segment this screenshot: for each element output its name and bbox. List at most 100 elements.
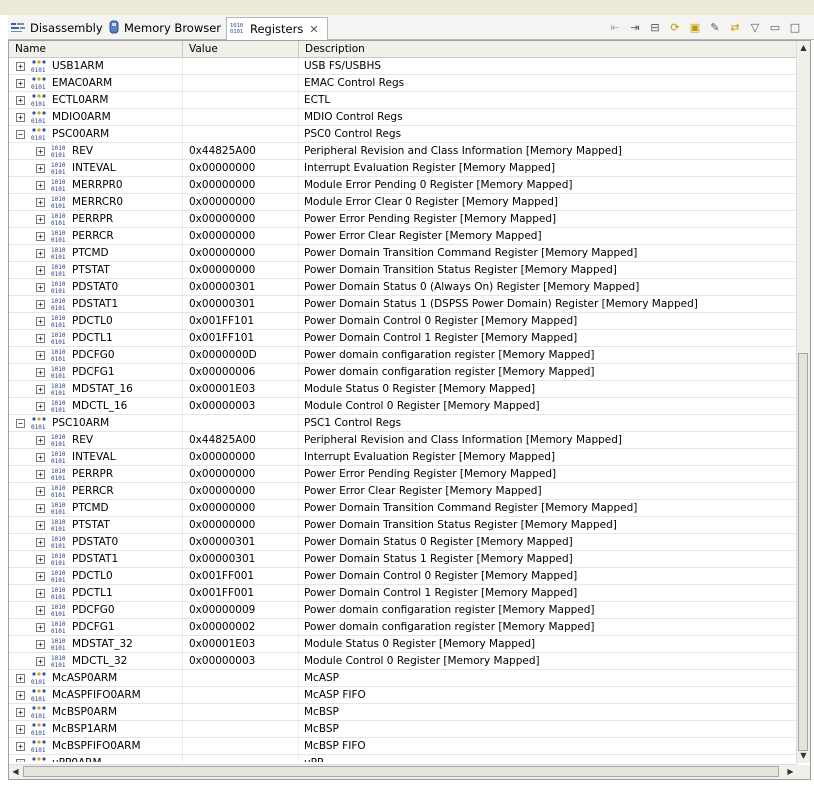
register-group-row[interactable]: +0101 McASPFIFO0ARM McASP FIFO — [9, 687, 797, 704]
register-row[interactable]: +1010 0101 PDCTL0 0x001FF001 Power Domain Co… — [9, 568, 797, 585]
register-row[interactable]: +1010 0101 MDSTAT_32 0x00001E03 Module Statu… — [9, 636, 797, 653]
expand-toggle-icon[interactable]: + — [16, 691, 25, 700]
register-value[interactable]: 0x00000000 — [183, 449, 299, 465]
expand-toggle-icon[interactable]: + — [36, 266, 45, 275]
expand-toggle-icon[interactable]: + — [36, 606, 45, 615]
register-value[interactable]: 0x00001E03 — [183, 636, 299, 652]
register-group-row[interactable]: −0101 PSC00ARM PSC0 Control Regs — [9, 126, 797, 143]
expand-toggle-icon[interactable]: + — [36, 402, 45, 411]
register-value[interactable]: 0x00000000 — [183, 211, 299, 227]
register-row[interactable]: +1010 0101 PERRCR 0x00000000 Power Error Cle… — [9, 483, 797, 500]
register-value[interactable]: 0x001FF101 — [183, 313, 299, 329]
expand-toggle-icon[interactable]: + — [16, 62, 25, 71]
register-value[interactable]: 0x0000000D — [183, 347, 299, 363]
scroll-up-icon[interactable]: ▲ — [797, 41, 810, 55]
register-value[interactable]: 0x00000006 — [183, 364, 299, 380]
register-row[interactable]: +1010 0101 PTSTAT 0x00000000 Power Domain Tr… — [9, 517, 797, 534]
register-value[interactable]: 0x00000301 — [183, 534, 299, 550]
register-row[interactable]: +1010 0101 MDCTL_16 0x00000003 Module Contro… — [9, 398, 797, 415]
expand-toggle-icon[interactable]: + — [16, 96, 25, 105]
expand-toggle-icon[interactable]: + — [36, 470, 45, 479]
register-group-row[interactable]: +0101 uPP0ARM uPP — [9, 755, 797, 762]
expand-toggle-icon[interactable]: + — [36, 657, 45, 666]
register-row[interactable]: +1010 0101 PDSTAT1 0x00000301 Power Domain S… — [9, 296, 797, 313]
expand-toggle-icon[interactable]: + — [36, 232, 45, 241]
collapse-toggle-icon[interactable]: − — [16, 419, 25, 428]
expand-toggle-icon[interactable]: + — [36, 181, 45, 190]
register-row[interactable]: +1010 0101 PDSTAT0 0x00000301 Power Domain S… — [9, 534, 797, 551]
register-group-row[interactable]: +0101 McASP0ARM McASP — [9, 670, 797, 687]
vertical-scrollbar[interactable]: ▲ ▼ — [796, 41, 810, 763]
scroll-right-icon[interactable]: ▶ — [784, 765, 797, 779]
expand-toggle-icon[interactable]: + — [16, 113, 25, 122]
column-header-value[interactable]: Value — [183, 41, 299, 57]
maximize-icon[interactable]: □ — [786, 18, 804, 36]
register-value[interactable]: 0x00001E03 — [183, 381, 299, 397]
register-value[interactable]: 0x00000000 — [183, 160, 299, 176]
import-icon[interactable]: ⇤ — [606, 18, 624, 36]
expand-toggle-icon[interactable]: + — [36, 147, 45, 156]
register-value[interactable]: 0x00000003 — [183, 398, 299, 414]
expand-toggle-icon[interactable]: + — [36, 164, 45, 173]
expand-toggle-icon[interactable]: + — [16, 742, 25, 751]
collapse-toggle-icon[interactable]: − — [16, 130, 25, 139]
expand-toggle-icon[interactable]: + — [16, 708, 25, 717]
register-value[interactable]: 0x00000000 — [183, 245, 299, 261]
expand-toggle-icon[interactable]: + — [36, 334, 45, 343]
expand-toggle-icon[interactable]: + — [16, 79, 25, 88]
expand-toggle-icon[interactable]: + — [36, 487, 45, 496]
expand-toggle-icon[interactable]: + — [36, 521, 45, 530]
tab-registers[interactable]: 1010 0101 Registers ✕ — [226, 17, 328, 40]
register-value[interactable]: 0x00000003 — [183, 653, 299, 669]
register-row[interactable]: +1010 0101 MDSTAT_16 0x00001E03 Module Statu… — [9, 381, 797, 398]
expand-toggle-icon[interactable]: + — [36, 623, 45, 632]
register-row[interactable]: +1010 0101 PDSTAT0 0x00000301 Power Domain S… — [9, 279, 797, 296]
register-value[interactable]: 0x00000000 — [183, 517, 299, 533]
expand-toggle-icon[interactable]: + — [36, 351, 45, 360]
register-group-row[interactable]: +0101 McBSP1ARM McBSP — [9, 721, 797, 738]
register-value[interactable]: 0x00000301 — [183, 551, 299, 567]
register-value[interactable]: 0x00000000 — [183, 262, 299, 278]
expand-toggle-icon[interactable]: + — [36, 538, 45, 547]
register-row[interactable]: +1010 0101 PDCTL1 0x001FF101 Power Domain Co… — [9, 330, 797, 347]
scroll-down-icon[interactable]: ▼ — [797, 749, 810, 763]
expand-toggle-icon[interactable]: + — [36, 198, 45, 207]
register-group-row[interactable]: +0101 EMAC0ARM EMAC Control Regs — [9, 75, 797, 92]
expand-toggle-icon[interactable]: + — [36, 300, 45, 309]
register-row[interactable]: +1010 0101 INTEVAL 0x00000000 Interrupt Eval… — [9, 160, 797, 177]
vertical-scroll-thumb[interactable] — [798, 353, 808, 751]
register-value[interactable]: 0x001FF001 — [183, 568, 299, 584]
edit-icon[interactable]: ✎ — [706, 18, 724, 36]
register-row[interactable]: +1010 0101 PDCFG1 0x00000006 Power domain co… — [9, 364, 797, 381]
collapse-all-icon[interactable]: ⊟ — [646, 18, 664, 36]
register-value[interactable]: 0x00000000 — [183, 177, 299, 193]
register-row[interactable]: +1010 0101 PERRCR 0x00000000 Power Error Cle… — [9, 228, 797, 245]
register-row[interactable]: +1010 0101 PTCMD 0x00000000 Power Domain Tra… — [9, 500, 797, 517]
export-icon[interactable]: ⇥ — [626, 18, 644, 36]
minimize-icon[interactable]: ▭ — [766, 18, 784, 36]
register-value[interactable]: 0x00000000 — [183, 483, 299, 499]
register-row[interactable]: +1010 0101 PTCMD 0x00000000 Power Domain Tra… — [9, 245, 797, 262]
tab-disassembly[interactable]: Disassembly — [10, 17, 103, 39]
expand-toggle-icon[interactable]: + — [16, 759, 25, 762]
register-row[interactable]: +1010 0101 MDCTL_32 0x00000003 Module Contro… — [9, 653, 797, 670]
register-row[interactable]: +1010 0101 REV 0x44825A00 Peripheral Revisio… — [9, 143, 797, 160]
register-value[interactable]: 0x00000301 — [183, 279, 299, 295]
column-header-name[interactable]: Name — [9, 41, 183, 57]
horizontal-scroll-thumb[interactable] — [23, 766, 779, 777]
register-row[interactable]: +1010 0101 PDSTAT1 0x00000301 Power Domain S… — [9, 551, 797, 568]
register-value[interactable]: 0x44825A00 — [183, 432, 299, 448]
continuous-refresh-icon[interactable]: ⇄ — [726, 18, 744, 36]
view-menu-icon[interactable]: ▽ — [746, 18, 764, 36]
register-value[interactable]: 0x00000002 — [183, 619, 299, 635]
register-group-row[interactable]: −0101 PSC10ARM PSC1 Control Regs — [9, 415, 797, 432]
expand-toggle-icon[interactable]: + — [36, 589, 45, 598]
register-group-row[interactable]: +0101 MDIO0ARM MDIO Control Regs — [9, 109, 797, 126]
expand-toggle-icon[interactable]: + — [36, 368, 45, 377]
register-value[interactable]: 0x001FF001 — [183, 585, 299, 601]
register-row[interactable]: +1010 0101 PERRPR 0x00000000 Power Error Pen… — [9, 211, 797, 228]
register-value[interactable]: 0x00000000 — [183, 466, 299, 482]
expand-toggle-icon[interactable]: + — [36, 572, 45, 581]
register-group-row[interactable]: +0101 McBSP0ARM McBSP — [9, 704, 797, 721]
horizontal-scrollbar[interactable]: ◀ ▶ — [9, 764, 797, 779]
